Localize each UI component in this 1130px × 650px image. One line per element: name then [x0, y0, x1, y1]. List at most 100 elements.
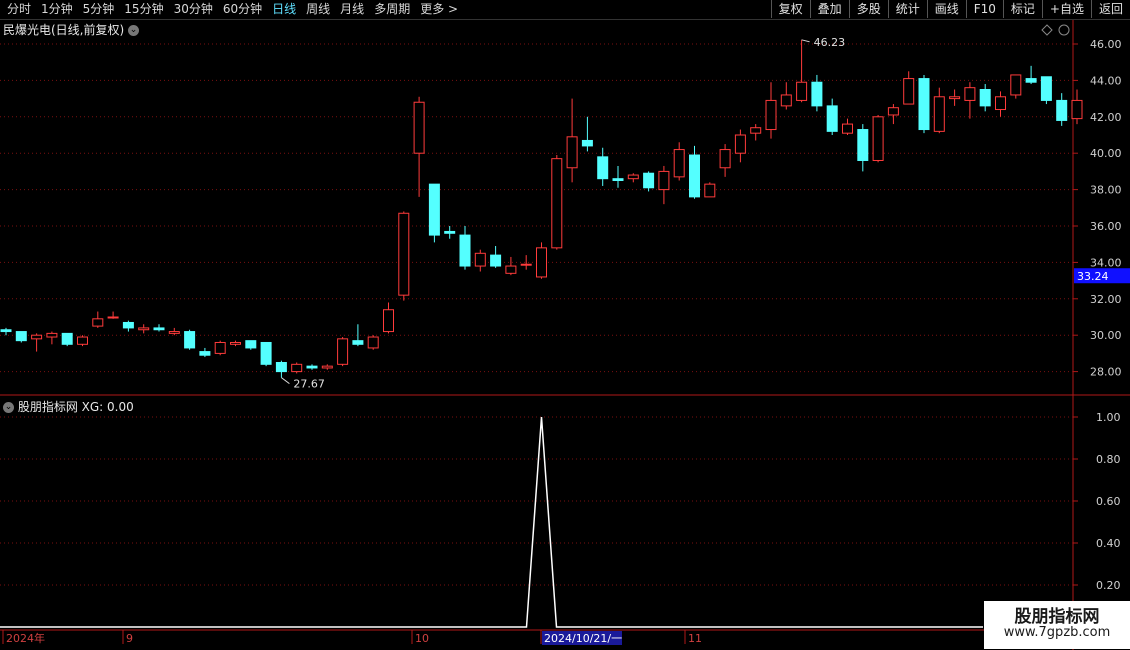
price-tick-label: 44.00 [1090, 74, 1122, 87]
candle-body [750, 127, 762, 134]
candle-body [826, 105, 838, 132]
candle-body [31, 334, 43, 340]
candle-body [597, 156, 609, 180]
indicator-tick-label: 0.60 [1096, 495, 1121, 508]
watermark-title: 股朋指标网 [1014, 607, 1100, 627]
candle-body [490, 254, 502, 267]
price-tick-label: 30.00 [1090, 329, 1122, 342]
high-marker [801, 39, 810, 43]
candle-body [765, 99, 777, 131]
candle-body [15, 331, 27, 342]
candle-body [184, 331, 196, 349]
price-tick-label: 46.00 [1090, 38, 1122, 51]
candle-body [230, 341, 241, 345]
candle-body [337, 338, 349, 365]
watermark-logo: 股朋指标网 www.7gpzb.com [984, 601, 1130, 649]
candle-body [61, 332, 73, 345]
time-axis-label: 9 [126, 632, 133, 645]
candle-body [872, 116, 884, 161]
candle-body [260, 341, 272, 365]
price-tick-label: 28.00 [1090, 366, 1122, 379]
candle-body [306, 365, 318, 369]
candle-body [1040, 76, 1052, 101]
candle-body [918, 78, 930, 131]
candle-body [428, 183, 440, 236]
candle-body [153, 327, 165, 331]
candle-body [1071, 99, 1083, 120]
price-tick-label: 32.00 [1090, 293, 1122, 306]
time-axis-label: 2024年 [6, 631, 45, 645]
high-price-label: 46.23 [814, 36, 846, 49]
price-tick-label: 40.00 [1090, 147, 1122, 160]
candle-body [92, 318, 104, 327]
candle-body [275, 362, 287, 373]
candle-body [138, 327, 150, 331]
chart-canvas[interactable]: 28.00 30.00 32.00 34.00 36.00 38.00 40.00 42.00… [0, 0, 1130, 650]
candle-body [566, 136, 578, 169]
candle-body [627, 174, 639, 180]
candle-body [995, 96, 1006, 111]
candle-body [857, 129, 869, 161]
indicator-tick-label: 0.20 [1096, 579, 1121, 592]
candle-body [122, 321, 134, 329]
candle-body [689, 154, 700, 198]
candle-body [367, 336, 379, 349]
indicator-tick-label: 0.80 [1096, 453, 1121, 466]
candle-body [536, 247, 547, 278]
candle-body [398, 212, 410, 296]
candle-body [933, 96, 945, 132]
candle-body [842, 123, 853, 134]
time-axis-label: 2024/10/21/一 [544, 632, 622, 645]
candle-body [643, 172, 655, 189]
candle-body [474, 252, 486, 267]
price-tick-label: 36.00 [1090, 220, 1122, 233]
candle-body [1056, 99, 1068, 121]
candle-body [459, 234, 471, 267]
candle-body [77, 336, 88, 345]
candle-body [352, 340, 364, 345]
candle-body [903, 78, 915, 105]
xg-series-line [0, 416, 983, 628]
candle-body [245, 340, 257, 349]
candle-body [383, 309, 394, 333]
current-price-label: 33.24 [1077, 270, 1109, 283]
candle-body [321, 365, 333, 369]
low-marker [281, 377, 290, 385]
diamond-icon [1041, 24, 1053, 36]
time-axis-label: 11 [688, 632, 702, 645]
low-price-label: 27.67 [293, 378, 325, 391]
candle-body [107, 316, 119, 319]
candle-body [796, 81, 808, 101]
candle-body [887, 107, 899, 116]
indicator-tick-label: 1.00 [1096, 411, 1121, 424]
candle-body [291, 363, 303, 373]
candle-body [704, 183, 716, 198]
candle-body [0, 329, 12, 333]
candle-body [505, 265, 517, 274]
candle-body [964, 87, 976, 101]
price-tick-label: 38.00 [1090, 184, 1122, 197]
watermark-url: www.7gpzb.com [1003, 625, 1111, 640]
candle-body [673, 149, 685, 178]
candle-body [949, 96, 961, 100]
price-tick-label: 42.00 [1090, 111, 1122, 124]
candle-body [214, 341, 226, 354]
candle-body [658, 170, 670, 191]
time-axis-label: 10 [415, 632, 429, 645]
candle-body [551, 158, 563, 249]
candle-body [612, 178, 624, 181]
candle-body [520, 263, 532, 266]
candle-body [734, 134, 746, 154]
indicator-tick-label: 0.40 [1096, 537, 1121, 550]
candle-body [979, 89, 991, 107]
candle-body [719, 149, 731, 169]
candle-body [413, 101, 425, 154]
candle-body [168, 331, 180, 334]
price-tick-label: 34.00 [1090, 256, 1122, 269]
candle-body [46, 332, 58, 338]
candle-body [1025, 78, 1037, 83]
candle-body [581, 139, 593, 147]
candle-body [1010, 74, 1022, 96]
candle-body [811, 81, 823, 107]
candle-body [780, 94, 792, 107]
